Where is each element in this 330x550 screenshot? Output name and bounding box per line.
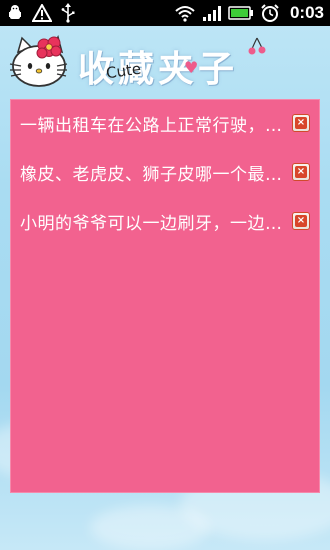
background-cloud [90, 505, 210, 550]
delete-icon: × [295, 215, 307, 227]
delete-icon: × [295, 166, 307, 178]
alarm-icon [260, 3, 280, 23]
list-item[interactable]: 一辆出租车在公路上正常行驶，没有违反交通规则 × [10, 99, 320, 147]
android-debug-icon [6, 4, 24, 22]
delete-button[interactable]: × [292, 163, 310, 181]
delete-button[interactable]: × [292, 114, 310, 132]
status-left-icons [6, 3, 76, 23]
status-right-icons: 0:03 [174, 3, 324, 23]
heart-icon: ♥ [184, 58, 199, 77]
favorites-screen: 0:03 收藏夹子 Cute ♥ 一辆出租车在公路上正常行驶，没 × 橡皮、老虎… [0, 0, 330, 550]
wifi-icon [174, 4, 196, 22]
warning-icon [32, 4, 52, 22]
usb-icon [60, 3, 76, 23]
status-bar: 0:03 [0, 0, 330, 26]
list-item-text[interactable]: 一辆出租车在公路上正常行驶，没有违反交通规则 [20, 111, 286, 136]
favorites-list: 一辆出租车在公路上正常行驶，没有违反交通规则 × 橡皮、老虎皮、狮子皮哪一个最不… [10, 99, 320, 493]
signal-icon [202, 4, 222, 22]
list-item[interactable]: 橡皮、老虎皮、狮子皮哪一个最不好 × [10, 148, 320, 196]
list-item-text[interactable]: 小明的爷爷可以一边刷牙，一边吹口哨 [20, 209, 286, 234]
list-item-text[interactable]: 橡皮、老虎皮、狮子皮哪一个最不好 [20, 160, 286, 185]
status-clock: 0:03 [289, 3, 324, 22]
app-title-text: 收藏夹子 [78, 48, 239, 90]
cherry-icon [248, 36, 266, 60]
delete-button[interactable]: × [292, 212, 310, 230]
app-header: 收藏夹子 Cute ♥ [0, 26, 330, 96]
app-title: 收藏夹子 Cute ♥ [76, 34, 316, 94]
delete-icon: × [295, 117, 307, 129]
list-item[interactable]: 小明的爷爷可以一边刷牙，一边吹口哨 × [10, 197, 320, 245]
battery-icon [228, 5, 254, 21]
hello-kitty-logo [8, 34, 68, 90]
